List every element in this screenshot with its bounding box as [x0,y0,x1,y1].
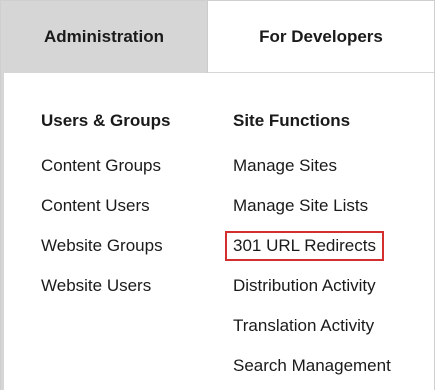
tab-administration[interactable]: Administration [1,1,208,73]
menu-content: Users & Groups Content Groups Content Us… [1,73,434,390]
menu-item-301-url-redirects[interactable]: 301 URL Redirects [225,231,384,261]
menu-item-content-users[interactable]: Content Users [41,196,150,216]
menu-item-website-users[interactable]: Website Users [41,276,151,296]
tab-bar: Administration For Developers [1,1,434,73]
admin-menu-panel: Administration For Developers Users & Gr… [0,0,435,390]
menu-item-search-management[interactable]: Search Management [233,356,391,376]
users-groups-heading: Users & Groups [41,111,171,130]
menu-item-website-groups[interactable]: Website Groups [41,236,163,256]
menu-item-distribution-activity[interactable]: Distribution Activity [233,276,376,296]
menu-item-manage-site-lists[interactable]: Manage Site Lists [233,196,368,216]
menu-item-translation-activity[interactable]: Translation Activity [233,316,374,336]
menu-item-content-groups[interactable]: Content Groups [41,156,161,176]
tab-for-developers[interactable]: For Developers [208,1,434,73]
site-functions-heading: Site Functions [233,111,351,130]
menu-item-manage-sites[interactable]: Manage Sites [233,156,337,176]
